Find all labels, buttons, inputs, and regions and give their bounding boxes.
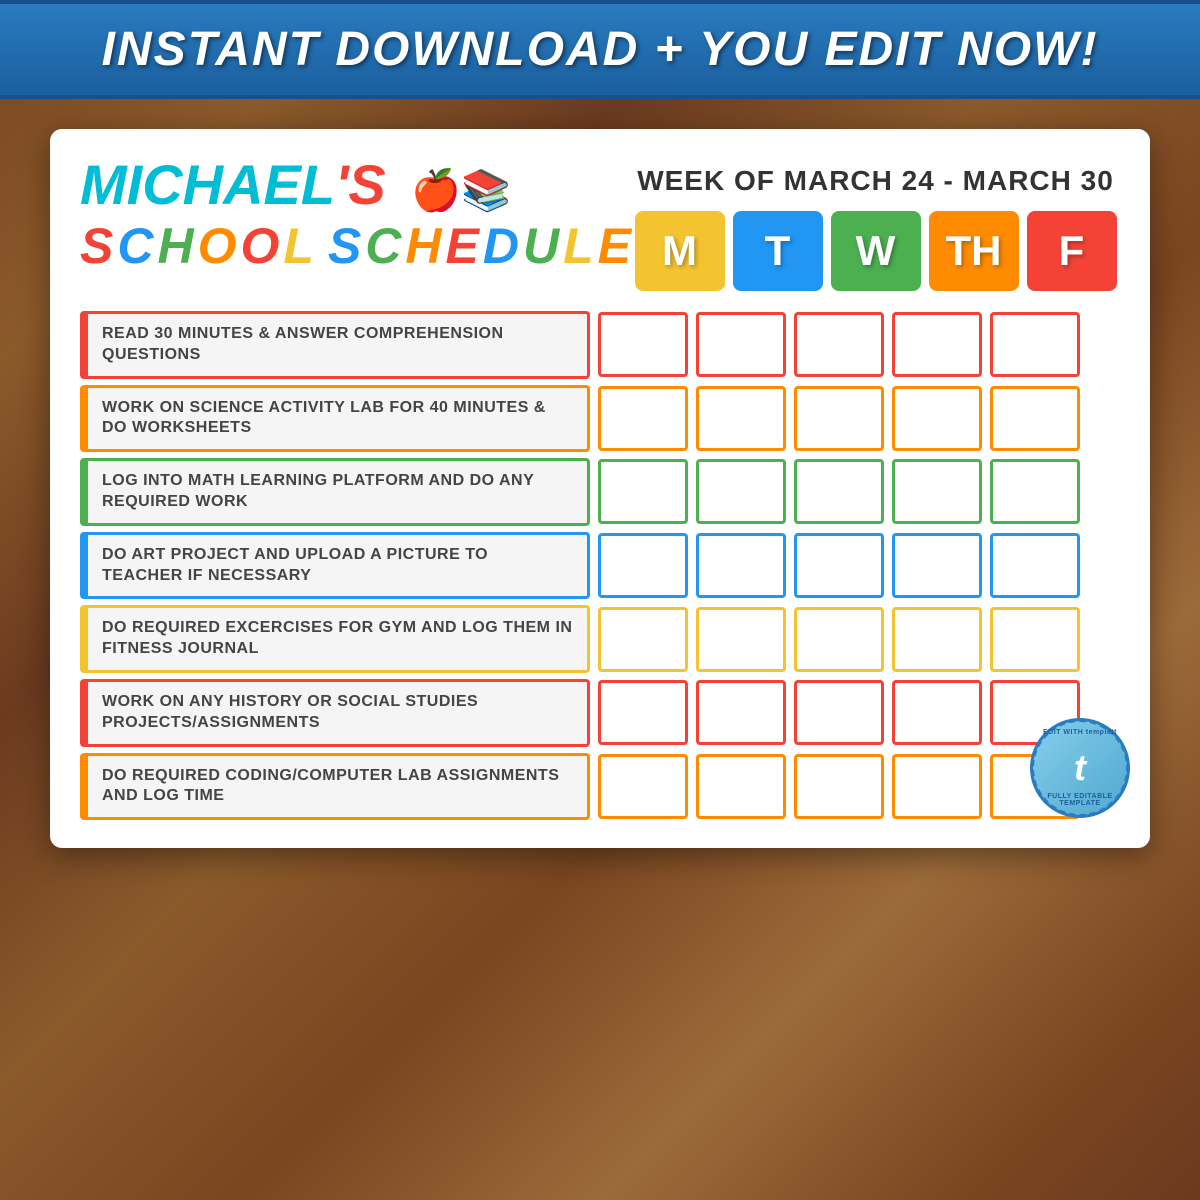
checkbox-read-thu[interactable] xyxy=(892,312,982,377)
banner: INSTANT DOWNLOAD + YOU EDIT NOW! xyxy=(0,0,1200,99)
checkbox-art-mon[interactable] xyxy=(598,533,688,598)
checkbox-art-wed[interactable] xyxy=(794,533,884,598)
letter-o2: O xyxy=(240,217,279,275)
letter-d: D xyxy=(483,217,519,275)
checkboxes-art xyxy=(598,532,1080,600)
checkboxes-history xyxy=(598,679,1080,747)
checkbox-read-mon[interactable] xyxy=(598,312,688,377)
checkbox-read-fri[interactable] xyxy=(990,312,1080,377)
table-row: READ 30 MINUTES & ANSWER COMPREHENSION Q… xyxy=(80,311,1120,379)
day-thursday: TH xyxy=(929,211,1019,291)
checkbox-science-fri[interactable] xyxy=(990,386,1080,451)
checkbox-math-mon[interactable] xyxy=(598,459,688,524)
templett-badge: EDIT WITH templett t FULLY EDITABLE TEMP… xyxy=(1030,718,1130,818)
checkboxes-gym xyxy=(598,605,1080,673)
letter-h2: H xyxy=(405,217,441,275)
checkbox-history-thu[interactable] xyxy=(892,680,982,745)
name-michael: MICHAEL xyxy=(80,153,335,216)
letter-l2: L xyxy=(563,217,594,275)
checkbox-coding-mon[interactable] xyxy=(598,754,688,819)
week-title: WEEK OF MARCH 24 - MARCH 30 xyxy=(631,165,1120,197)
table-row: DO ART PROJECT AND UPLOAD A PICTURE TO T… xyxy=(80,532,1120,600)
name-apostrophe: 'S xyxy=(335,153,386,216)
week-section: WEEK OF MARCH 24 - MARCH 30 M T W TH F xyxy=(631,157,1120,291)
task-label-history: WORK ON ANY HISTORY OR SOCIAL STUDIES PR… xyxy=(80,679,590,747)
letter-c2: C xyxy=(365,217,401,275)
table-row: DO REQUIRED CODING/COMPUTER LAB ASSIGNME… xyxy=(80,753,1120,821)
checkbox-history-tue[interactable] xyxy=(696,680,786,745)
checkboxes-coding xyxy=(598,753,1080,821)
checkbox-art-fri[interactable] xyxy=(990,533,1080,598)
checkbox-coding-tue[interactable] xyxy=(696,754,786,819)
day-tuesday: T xyxy=(733,211,823,291)
day-monday: M xyxy=(635,211,725,291)
letter-h: H xyxy=(157,217,193,275)
checkbox-math-thu[interactable] xyxy=(892,459,982,524)
letter-c: C xyxy=(117,217,153,275)
checkbox-gym-mon[interactable] xyxy=(598,607,688,672)
student-name: MICHAEL'S 🍎📚 xyxy=(80,157,631,213)
checkbox-science-tue[interactable] xyxy=(696,386,786,451)
checkbox-gym-wed[interactable] xyxy=(794,607,884,672)
checkbox-gym-tue[interactable] xyxy=(696,607,786,672)
letter-e2: E xyxy=(598,217,631,275)
task-label-art: DO ART PROJECT AND UPLOAD A PICTURE TO T… xyxy=(80,532,590,600)
checkbox-coding-thu[interactable] xyxy=(892,754,982,819)
header-row: MICHAEL'S 🍎📚 S C H O O L S C H E D U L E xyxy=(80,157,1120,291)
checkbox-math-fri[interactable] xyxy=(990,459,1080,524)
letter-u: U xyxy=(523,217,559,275)
letter-e: E xyxy=(446,217,479,275)
banner-text: INSTANT DOWNLOAD + YOU EDIT NOW! xyxy=(102,23,1099,76)
table-row: WORK ON ANY HISTORY OR SOCIAL STUDIES PR… xyxy=(80,679,1120,747)
letter-l: L xyxy=(283,217,314,275)
checkbox-art-thu[interactable] xyxy=(892,533,982,598)
checkbox-art-tue[interactable] xyxy=(696,533,786,598)
title-section: MICHAEL'S 🍎📚 S C H O O L S C H E D U L E xyxy=(80,157,631,275)
day-headers: M T W TH F xyxy=(631,211,1120,291)
templett-bottom-text: FULLY EDITABLE TEMPLATE xyxy=(1035,793,1125,807)
letter-s2: S xyxy=(328,217,361,275)
task-label-gym: DO REQUIRED EXCERCISES FOR GYM AND LOG T… xyxy=(80,605,590,673)
checkbox-math-wed[interactable] xyxy=(794,459,884,524)
checkbox-read-wed[interactable] xyxy=(794,312,884,377)
checkbox-science-wed[interactable] xyxy=(794,386,884,451)
letter-o1: O xyxy=(198,217,237,275)
checkbox-coding-wed[interactable] xyxy=(794,754,884,819)
schedule-title: S C H O O L S C H E D U L E xyxy=(80,217,631,275)
letter-s: S xyxy=(80,217,113,275)
task-label-coding: DO REQUIRED CODING/COMPUTER LAB ASSIGNME… xyxy=(80,753,590,821)
checkbox-science-thu[interactable] xyxy=(892,386,982,451)
schedule-rows: READ 30 MINUTES & ANSWER COMPREHENSION Q… xyxy=(80,311,1120,820)
checkboxes-math xyxy=(598,458,1080,526)
templett-top-text: EDIT WITH templett xyxy=(1035,729,1125,736)
task-label-math: LOG INTO MATH LEARNING PLATFORM AND DO A… xyxy=(80,458,590,526)
checkbox-history-mon[interactable] xyxy=(598,680,688,745)
task-label-science: WORK ON SCIENCE ACTIVITY LAB FOR 40 MINU… xyxy=(80,385,590,453)
checkboxes-science xyxy=(598,385,1080,453)
checkbox-gym-thu[interactable] xyxy=(892,607,982,672)
checkboxes-read xyxy=(598,311,1080,379)
main-card: MICHAEL'S 🍎📚 S C H O O L S C H E D U L E xyxy=(50,129,1150,848)
checkbox-history-wed[interactable] xyxy=(794,680,884,745)
table-row: DO REQUIRED EXCERCISES FOR GYM AND LOG T… xyxy=(80,605,1120,673)
day-wednesday: W xyxy=(831,211,921,291)
task-label-read: READ 30 MINUTES & ANSWER COMPREHENSION Q… xyxy=(80,311,590,379)
table-row: WORK ON SCIENCE ACTIVITY LAB FOR 40 MINU… xyxy=(80,385,1120,453)
checkbox-math-tue[interactable] xyxy=(696,459,786,524)
checkbox-read-tue[interactable] xyxy=(696,312,786,377)
books-icon: 🍎📚 xyxy=(411,169,511,213)
day-friday: F xyxy=(1027,211,1117,291)
table-row: LOG INTO MATH LEARNING PLATFORM AND DO A… xyxy=(80,458,1120,526)
checkbox-science-mon[interactable] xyxy=(598,386,688,451)
checkbox-gym-fri[interactable] xyxy=(990,607,1080,672)
